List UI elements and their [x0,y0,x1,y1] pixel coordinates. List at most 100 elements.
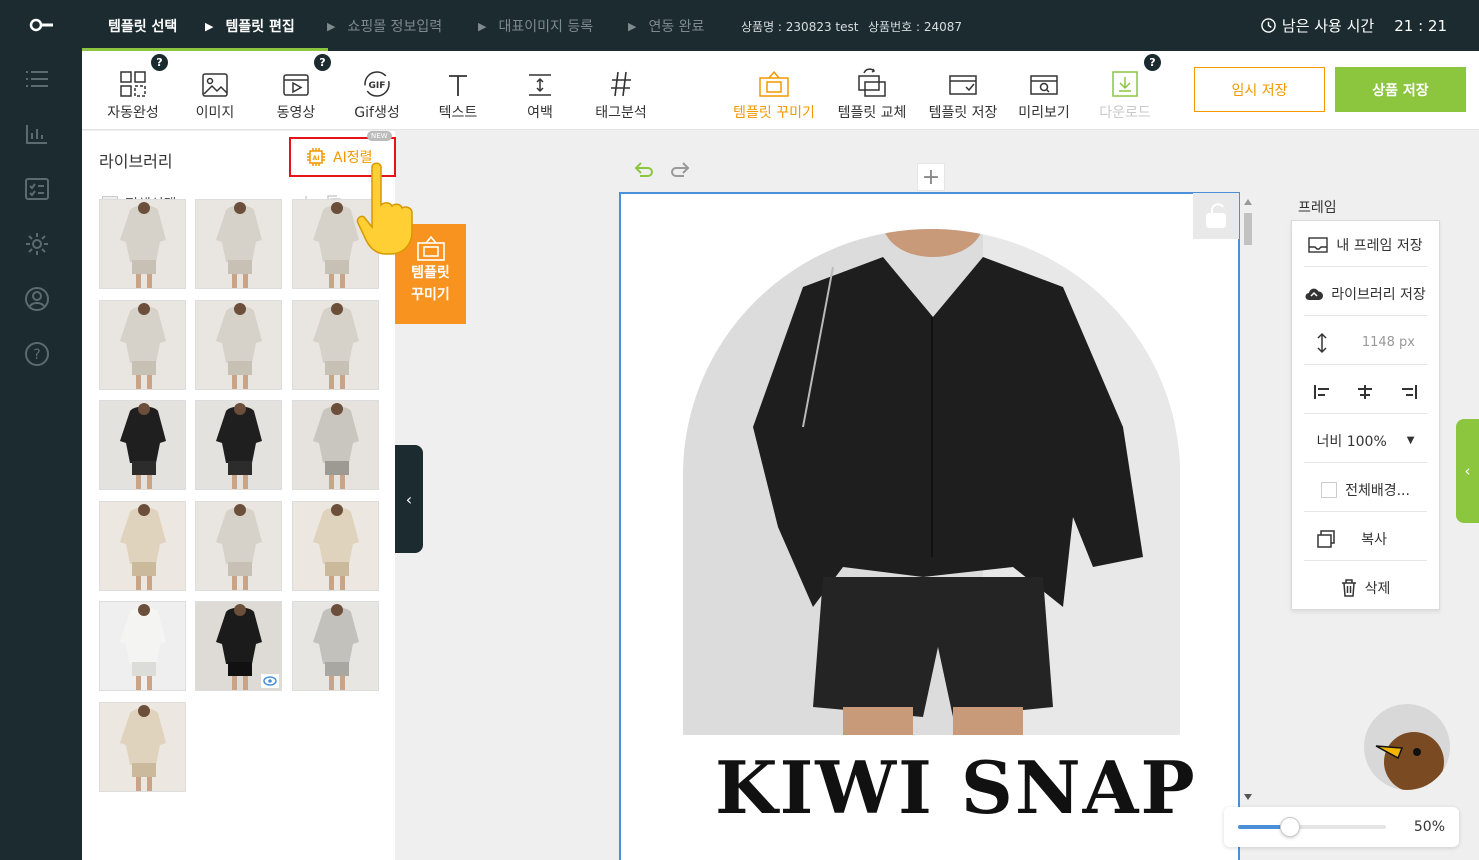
checklist-icon[interactable] [24,176,50,202]
play-icon: ▶ [478,19,487,33]
align-right-icon[interactable] [1400,384,1418,400]
image-icon [202,73,228,97]
template-decorate-button[interactable]: 템플릿 꾸미기 [733,66,815,122]
tag-analysis-button[interactable]: 태그분석 [582,66,660,122]
align-center-icon[interactable] [1356,384,1374,400]
grid-icon [120,71,146,97]
download-button[interactable]: 다운로드 [1086,66,1164,122]
library-thumbnail[interactable] [292,299,379,390]
user-icon[interactable] [24,286,50,312]
cloud-upload-icon [1305,288,1324,300]
library-thumbnail[interactable] [99,500,186,591]
library-thumbnail[interactable] [292,500,379,591]
help-badge[interactable]: ? [1144,54,1161,71]
preview-icon [1030,75,1058,95]
gear-icon[interactable] [24,231,50,257]
step-shop-info[interactable]: ▶ 쇼핑몰 정보입력 [327,16,442,36]
svg-text:AI: AI [313,155,320,162]
editor-canvas[interactable]: KIWI SNAP [619,192,1240,860]
zoom-slider-handle[interactable] [1279,817,1300,837]
canvas-scrollbar[interactable] [1241,196,1255,803]
kiwi-mascot-avatar[interactable] [1364,704,1450,790]
library-thumbnail[interactable] [195,199,282,289]
step-main-image[interactable]: ▶ 대표이미지 등록 [478,16,593,36]
full-background-checkbox[interactable] [1321,481,1338,498]
library-thumbnail[interactable] [99,601,186,691]
video-button[interactable]: 동영상 [257,66,335,122]
add-frame-button[interactable]: + [917,163,945,191]
height-field[interactable]: 1148 px [1304,321,1427,365]
library-panel: 라이브러리 AI AI정렬 NEW ✓ 전체선택 [82,131,396,860]
help-badge[interactable]: ? [151,54,168,71]
copy-icon [1317,529,1335,548]
list-icon[interactable] [24,66,50,92]
canvas-title: KIWI SNAP [715,745,1197,830]
svg-text:?: ? [33,347,40,363]
library-thumbnail[interactable] [195,500,282,591]
copy-button[interactable]: 복사 [1304,517,1427,561]
lock-toggle[interactable] [1193,193,1239,239]
width-select[interactable]: 너비 100% ▼ [1304,419,1427,463]
align-left-icon[interactable] [1313,384,1331,400]
expand-right-panel-button[interactable]: ‹ [1456,419,1479,523]
undo-icon[interactable] [632,159,654,177]
download-icon [1112,71,1138,97]
play-icon: ▶ [628,19,637,33]
video-icon [283,74,309,96]
product-name: 상품명 : 230823 test [741,20,859,34]
ai-chip-icon: AI [307,148,325,166]
timer-value: 21 : 21 [1394,16,1447,35]
temp-save-button[interactable]: 임시 저장 [1194,67,1325,112]
left-nav: ? [0,0,82,860]
step-complete[interactable]: ▶ 연동 완료 [628,16,704,36]
height-value: 1148 px [1361,335,1415,350]
library-thumbnail[interactable] [99,400,186,490]
library-thumbnail[interactable] [195,299,282,390]
preview-button[interactable]: 미리보기 [1005,66,1083,122]
full-background-toggle[interactable]: 전체배경... [1304,468,1427,512]
delete-button[interactable]: 삭제 [1304,566,1427,610]
main-area: 자동완성 ? 이미지 동영상 ? GIF Gif생성 텍스트 여백 태그분석 템… [82,51,1479,860]
toolbar: 자동완성 ? 이미지 동영상 ? GIF Gif생성 텍스트 여백 태그분석 템… [82,51,1479,130]
library-thumbnail[interactable] [99,199,186,289]
autocomplete-button[interactable]: 자동완성 [94,66,172,122]
frame-panel: 내 프레임 저장 라이브러리 저장 1148 px 너비 100% ▼ 전체배경… [1291,220,1440,610]
history-controls [632,159,692,177]
template-save-button[interactable]: 템플릿 저장 [924,66,1002,122]
gif-button[interactable]: GIF Gif생성 [338,66,416,122]
spacing-button[interactable]: 여백 [501,66,579,122]
caret-down-icon: ▼ [1406,435,1415,446]
text-button[interactable]: 텍스트 [419,66,497,122]
help-badge[interactable]: ? [314,54,331,71]
eye-icon[interactable] [261,674,279,688]
library-save-button[interactable]: 라이브러리 저장 [1304,272,1427,316]
timer-label: 남은 사용 시간 [1281,17,1375,35]
redo-icon[interactable] [670,159,692,177]
library-thumbnail[interactable] [292,601,379,691]
save-my-frame-button[interactable]: 내 프레임 저장 [1304,223,1427,267]
library-thumbnail[interactable] [99,299,186,390]
replace-icon [858,68,886,97]
bar-chart-icon[interactable] [24,121,50,147]
template-replace-button[interactable]: 템플릿 교체 [833,66,911,122]
align-group [1304,370,1427,414]
new-badge: NEW [367,131,392,141]
step-template-edit[interactable]: ▶ 템플릿 편집 [205,16,295,36]
library-thumbnail[interactable] [195,601,282,691]
collapse-library-button[interactable]: ‹ [395,445,423,553]
hashtag-icon [611,71,631,97]
gif-icon: GIF [364,71,390,97]
library-thumbnail[interactable] [99,701,186,792]
step-template-select[interactable]: 템플릿 선택 [108,16,177,36]
decorate-icon [759,70,789,97]
zoom-slider[interactable] [1238,817,1386,837]
play-icon: ▶ [327,19,336,33]
timer: 남은 사용 시간 21 : 21 [1261,15,1447,36]
product-save-button[interactable]: 상품 저장 [1335,67,1466,112]
help-icon[interactable]: ? [24,341,50,367]
chevron-left-icon: ‹ [1464,462,1471,480]
library-thumbnail[interactable] [195,400,282,490]
library-thumbnail[interactable] [292,400,379,490]
unlock-icon [1206,203,1226,228]
image-button[interactable]: 이미지 [176,66,254,122]
